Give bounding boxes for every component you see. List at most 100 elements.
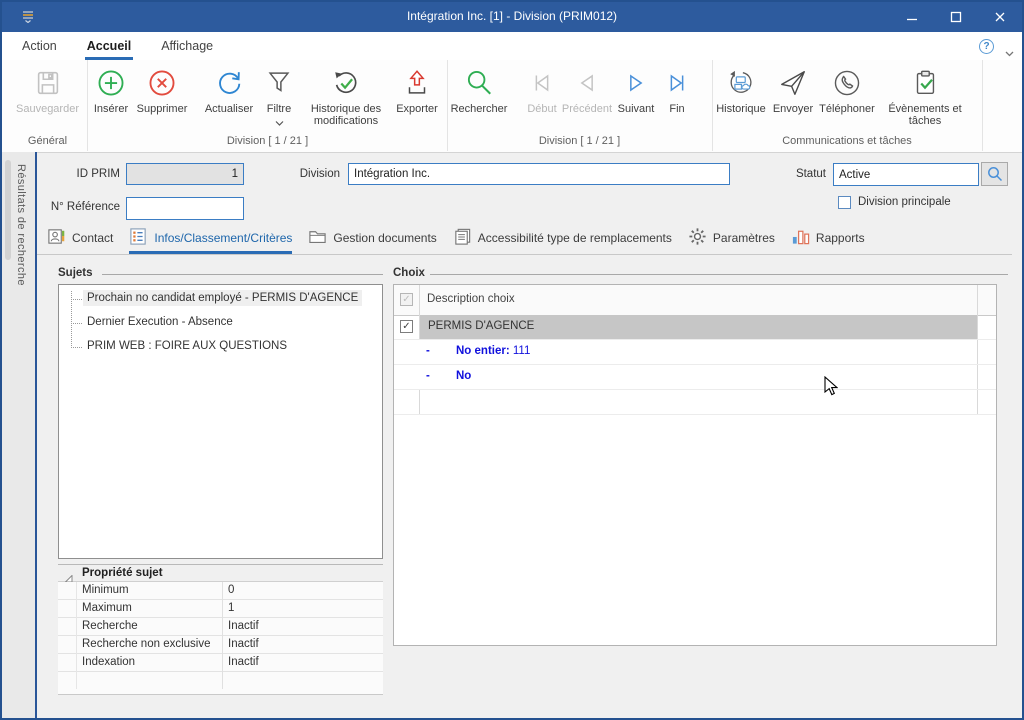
sujet-item[interactable]: Dernier Execution - Absence <box>83 314 237 330</box>
tab-rapports[interactable]: Rapports <box>791 225 865 254</box>
send-button[interactable]: Envoyer <box>770 63 816 115</box>
choix-group-line <box>430 274 1008 275</box>
tree-connector <box>71 323 82 324</box>
refresh-button[interactable]: Actualiser <box>200 63 258 115</box>
nav-last-button[interactable]: Fin <box>659 63 695 115</box>
division-field[interactable] <box>348 163 730 185</box>
sujets-list[interactable]: Prochain no candidat employé - PERMIS D'… <box>58 284 383 559</box>
tab-parametres[interactable]: Paramètres <box>688 225 775 254</box>
property-row[interactable]: Maximum1 <box>58 600 383 618</box>
nav-first-icon <box>527 63 557 103</box>
export-button[interactable]: Exporter <box>392 63 442 115</box>
grid-divider <box>76 582 77 689</box>
events-tasks-icon <box>910 63 940 103</box>
property-row-empty <box>58 672 383 695</box>
reference-field[interactable] <box>126 197 244 220</box>
tab-accessibilite-remplacements[interactable]: Accessibilité type de remplacements <box>453 225 672 254</box>
filter-button[interactable]: Filtre <box>258 63 300 129</box>
row-separator <box>394 364 996 365</box>
ribbon-group-label: Général <box>8 135 87 147</box>
id-prim-field[interactable] <box>126 163 244 185</box>
title-bar: Intégration Inc. [1] - Division (PRIM012… <box>2 2 1022 32</box>
nav-previous-button: Précédent <box>561 63 613 115</box>
division-principale-label: Division principale <box>858 196 951 208</box>
ribbon-group-division-nav: Rechercher Début Précédent <box>447 60 713 151</box>
ribbon-tab-bar: Action Accueil Affichage ? <box>2 32 1022 60</box>
sujets-group-title: Sujets <box>58 267 93 279</box>
search-results-panel-tab[interactable]: Résultats de recherche <box>2 152 35 718</box>
search-icon <box>987 166 1003 182</box>
statut-field[interactable] <box>833 163 979 186</box>
gear-icon <box>688 227 707 249</box>
statut-lookup-button[interactable] <box>981 162 1008 186</box>
panel-label: Résultats de recherche <box>15 164 27 286</box>
detail-value: 111 <box>513 345 530 357</box>
choix-row[interactable]: PERMIS D'AGENCE <box>428 320 534 332</box>
statut-label: Statut <box>758 168 826 180</box>
property-row[interactable]: IndexationInactif <box>58 654 383 672</box>
close-button[interactable] <box>978 2 1022 32</box>
nav-last-icon <box>662 63 692 103</box>
ribbon-group-communications: Historique Envoyer Téléphoner <box>712 60 983 151</box>
delete-icon <box>147 63 177 103</box>
menu-tab-accueil[interactable]: Accueil <box>85 32 133 60</box>
folder-icon <box>308 227 327 249</box>
ribbon-group-label: Division [ 1 / 21 ] <box>88 135 447 147</box>
insert-button[interactable]: Insérer <box>88 63 134 115</box>
tab-contact[interactable]: Contact <box>47 225 113 254</box>
refresh-icon <box>214 63 244 103</box>
maximize-button[interactable] <box>934 2 978 32</box>
id-prim-label: ID PRIM <box>38 168 120 180</box>
list-icon <box>129 227 148 249</box>
division-label: Division <box>280 168 340 180</box>
detail-dash: - <box>426 370 430 382</box>
propriete-sujet-title: Propriété sujet <box>82 567 163 579</box>
reference-label: N° Référence <box>22 201 120 213</box>
tab-infos-classement-criteres[interactable]: Infos/Classement/Critères <box>129 225 292 254</box>
column-divider <box>419 389 420 414</box>
menu-tab-action[interactable]: Action <box>20 32 59 60</box>
ribbon-group-division-edit: Insérer Supprimer Actualiser <box>88 60 448 151</box>
delete-button[interactable]: Supprimer <box>134 63 190 115</box>
search-icon <box>464 63 494 103</box>
detail-tabstrip: Contact Infos/Classement/Critères Gestio… <box>37 225 1020 255</box>
propriete-sujet-grid: Minimum0 Maximum1 RechercheInactif Reche… <box>58 582 383 695</box>
search-button[interactable]: Rechercher <box>447 63 511 115</box>
panel-handle <box>5 160 11 260</box>
tree-connector <box>71 347 82 348</box>
choix-table: ✓ Description choix ✓ PERMIS D'AGENCE - … <box>393 284 997 646</box>
ribbon-group-label: Division [ 1 / 21 ] <box>447 135 712 147</box>
row-separator <box>394 414 996 415</box>
choix-detail-row[interactable]: - No entier: 111 <box>394 339 996 364</box>
division-principale-checkbox[interactable] <box>838 196 851 209</box>
menu-tab-affichage[interactable]: Affichage <box>159 32 215 60</box>
row-separator <box>394 339 996 340</box>
sujet-item[interactable]: PRIM WEB : FOIRE AUX QUESTIONS <box>83 338 291 354</box>
property-row[interactable]: RechercheInactif <box>58 618 383 636</box>
communications-history-button[interactable]: Historique <box>712 63 770 115</box>
tab-gestion-documents[interactable]: Gestion documents <box>308 225 436 254</box>
ribbon: Sauvegarder Général Insérer Supprimer <box>2 60 1022 153</box>
detail-label: No entier: <box>456 345 510 357</box>
propriete-sujet-header[interactable]: Propriété sujet <box>58 564 383 582</box>
row-checkbox-checked[interactable]: ✓ <box>400 320 413 333</box>
help-icon[interactable]: ? <box>979 39 994 54</box>
row-separator <box>394 389 996 390</box>
events-tasks-button[interactable]: Évènements et tâches <box>888 63 962 127</box>
history-modifications-button[interactable]: Historique des modifications <box>300 63 392 127</box>
nav-previous-icon <box>572 63 602 103</box>
chevron-down-icon <box>275 117 284 129</box>
grid-divider <box>222 582 223 689</box>
nav-first-button: Début <box>523 63 561 115</box>
property-row[interactable]: Recherche non exclusiveInactif <box>58 636 383 654</box>
detail-dash: - <box>426 345 430 357</box>
window-title: Intégration Inc. [1] - Division (PRIM012… <box>2 9 1022 23</box>
choix-detail-row[interactable]: - No <box>394 364 996 389</box>
header-checkbox[interactable]: ✓ <box>400 293 413 306</box>
choix-table-header[interactable]: ✓ Description choix <box>394 285 996 316</box>
phone-button[interactable]: Téléphoner <box>816 63 878 115</box>
sujet-item[interactable]: Prochain no candidat employé - PERMIS D'… <box>83 290 362 306</box>
nav-next-button[interactable]: Suivant <box>613 63 659 115</box>
minimize-button[interactable] <box>890 2 934 32</box>
property-row[interactable]: Minimum0 <box>58 582 383 600</box>
